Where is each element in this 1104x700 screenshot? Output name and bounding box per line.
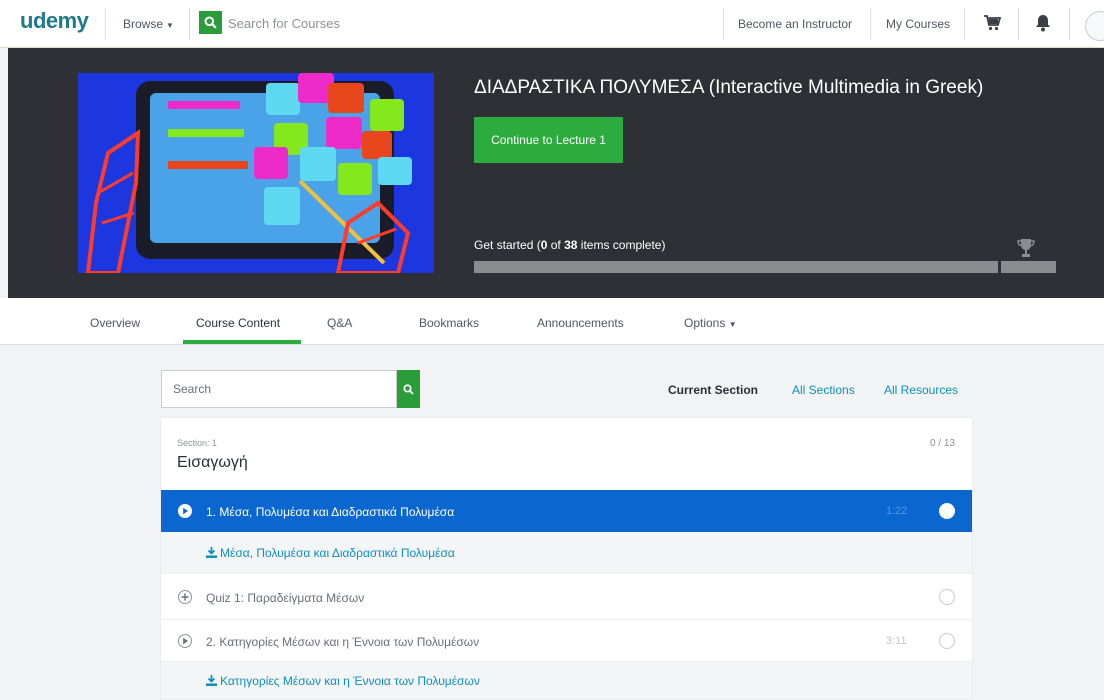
resource-title: Κατηγορίες Μέσων και η Έννοια των Πολυμέ… (220, 674, 480, 688)
top-navbar: udemy Browse▼ Become an Instructor My Co… (0, 0, 1104, 48)
progress-of: of (547, 238, 565, 252)
section-title: Εισαγωγή (177, 454, 248, 471)
caret-down-icon: ▼ (166, 21, 174, 30)
resource-link[interactable]: Μέσα, Πολυμέσα και Διαδραστικά Πολυμέσα (206, 546, 455, 560)
lecture-row-active[interactable]: 1. Μέσα, Πολυμέσα και Διαδραστικά Πολυμέ… (161, 490, 972, 532)
filter-current-section[interactable]: Current Section (668, 383, 758, 397)
filter-all-sections[interactable]: All Sections (792, 383, 855, 397)
play-circle-icon (178, 504, 192, 518)
search-button[interactable] (199, 11, 222, 34)
course-tabs: Overview Course Content Q&A Bookmarks An… (0, 298, 1104, 345)
lecture-title: 1. Μέσα, Πολυμέσα και Διαδραστικά Πολυμέ… (206, 505, 455, 519)
nav-divider (870, 8, 871, 40)
active-tab-indicator (183, 340, 301, 344)
tab-options-label: Options (684, 316, 726, 330)
quiz-icon (178, 590, 192, 604)
nav-divider (105, 8, 106, 40)
nav-divider (189, 8, 190, 40)
completion-checkbox[interactable] (939, 633, 955, 649)
tab-qa[interactable]: Q&A (327, 316, 352, 330)
total-items: 38 (564, 238, 578, 252)
section-number-label: Section: 1 (177, 438, 218, 448)
tablet-illustration (78, 73, 434, 273)
tab-course-content[interactable]: Course Content (196, 316, 280, 330)
nav-divider (964, 8, 965, 40)
my-courses-link[interactable]: My Courses (886, 17, 950, 31)
lecture-title: 2. Κατηγορίες Μέσων και η Έννοια των Πολ… (206, 635, 480, 649)
course-hero: ΔΙΑΔΡΑΣΤΙΚΑ ΠΟΛΥΜΕΣΑ (Interactive Multim… (8, 48, 1104, 298)
lecture-duration: 1:22 (886, 505, 908, 517)
search-icon (403, 384, 414, 395)
cart-icon[interactable] (983, 14, 1002, 37)
course-progress-bar (474, 261, 998, 273)
caret-down-icon: ▼ (728, 320, 737, 329)
user-avatar[interactable] (1085, 11, 1104, 41)
progress-suffix: items complete) (577, 238, 666, 252)
completion-checkbox[interactable] (939, 589, 955, 605)
search-icon (204, 16, 217, 29)
tab-announcements[interactable]: Announcements (537, 316, 624, 330)
resource-title: Μέσα, Πολυμέσα και Διαδραστικά Πολυμέσα (220, 546, 455, 560)
nav-divider (1069, 8, 1070, 40)
tab-bookmarks[interactable]: Bookmarks (419, 316, 479, 330)
browse-label: Browse (123, 17, 164, 31)
trophy-icon (1017, 238, 1035, 263)
completion-checkbox[interactable] (939, 503, 955, 519)
quiz-row[interactable]: Quiz 1: Παραδείγματα Μέσων (161, 574, 972, 620)
course-search-input[interactable] (228, 11, 708, 35)
resource-row[interactable]: Κατηγορίες Μέσων και η Έννοια των Πολυμέ… (161, 662, 972, 700)
tab-options[interactable]: Options ▼ (684, 316, 737, 330)
browse-menu[interactable]: Browse ▼ (123, 17, 174, 31)
become-instructor-link[interactable]: Become an Instructor (738, 17, 852, 31)
tab-overview[interactable]: Overview (90, 316, 140, 330)
filter-all-resources[interactable]: All Resources (884, 383, 958, 397)
udemy-logo[interactable]: udemy (20, 8, 89, 34)
resource-link[interactable]: Κατηγορίες Μέσων και η Έννοια των Πολυμέ… (206, 674, 480, 688)
section-panel: Section: 1 Εισαγωγή 0 / 13 1. Μέσα, Πολυ… (161, 418, 972, 700)
continue-lecture-button[interactable]: Continue to Lecture 1 (474, 117, 623, 163)
progress-summary: Get started (0 of 38 items complete) (474, 238, 665, 252)
lecture-duration: 3:11 (886, 635, 907, 647)
download-icon (206, 547, 217, 558)
course-title: ΔΙΑΔΡΑΣΤΙΚΑ ΠΟΛΥΜΕΣΑ (Interactive Multim… (474, 77, 984, 98)
progress-prefix: Get started ( (474, 238, 541, 252)
nav-divider (723, 8, 724, 40)
content-search-button[interactable] (397, 370, 420, 408)
nav-divider (1018, 8, 1019, 40)
lecture-row[interactable]: 2. Κατηγορίες Μέσων και η Έννοια των Πολ… (161, 620, 972, 662)
bell-icon[interactable] (1035, 14, 1051, 37)
content-search-input[interactable] (161, 370, 397, 408)
quiz-title: Quiz 1: Παραδείγματα Μέσων (206, 591, 365, 605)
download-icon (206, 675, 217, 686)
resource-row[interactable]: Μέσα, Πολυμέσα και Διαδραστικά Πολυμέσα (161, 532, 972, 574)
course-thumbnail (78, 73, 434, 273)
play-circle-icon (178, 634, 192, 648)
section-progress-count: 0 / 13 (929, 438, 955, 449)
